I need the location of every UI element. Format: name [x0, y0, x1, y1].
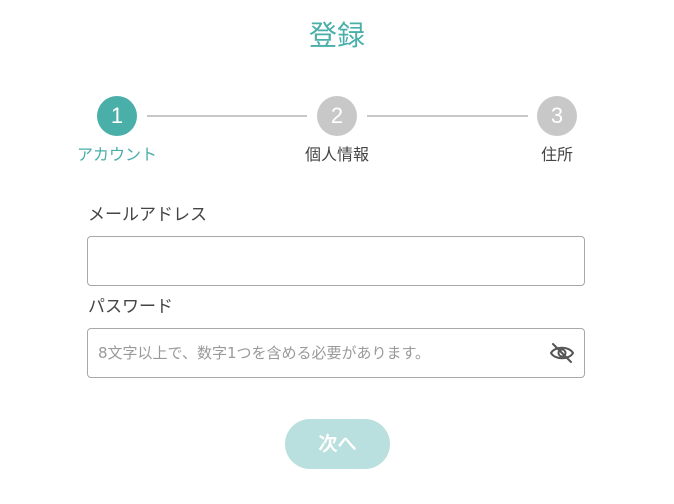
next-button[interactable]: 次へ [285, 419, 390, 469]
step-3-label: 住所 [540, 145, 573, 164]
step-connector [367, 115, 528, 117]
step-connector [147, 115, 307, 117]
step-2-circle: 2 [317, 96, 357, 136]
email-field-box [87, 236, 585, 286]
step-3-circle: 3 [537, 96, 577, 136]
password-field[interactable] [98, 329, 538, 377]
password-field-box [87, 328, 585, 378]
step-1-label: アカウント [76, 145, 157, 164]
page-title: 登録 [308, 19, 365, 52]
email-field[interactable] [98, 237, 574, 285]
step-1-circle: 1 [97, 96, 137, 136]
step-2-label: 個人情報 [304, 145, 369, 164]
password-label: パスワード [88, 297, 173, 317]
email-label: メールアドレス [88, 205, 207, 225]
eye-slash-icon[interactable] [548, 341, 576, 365]
